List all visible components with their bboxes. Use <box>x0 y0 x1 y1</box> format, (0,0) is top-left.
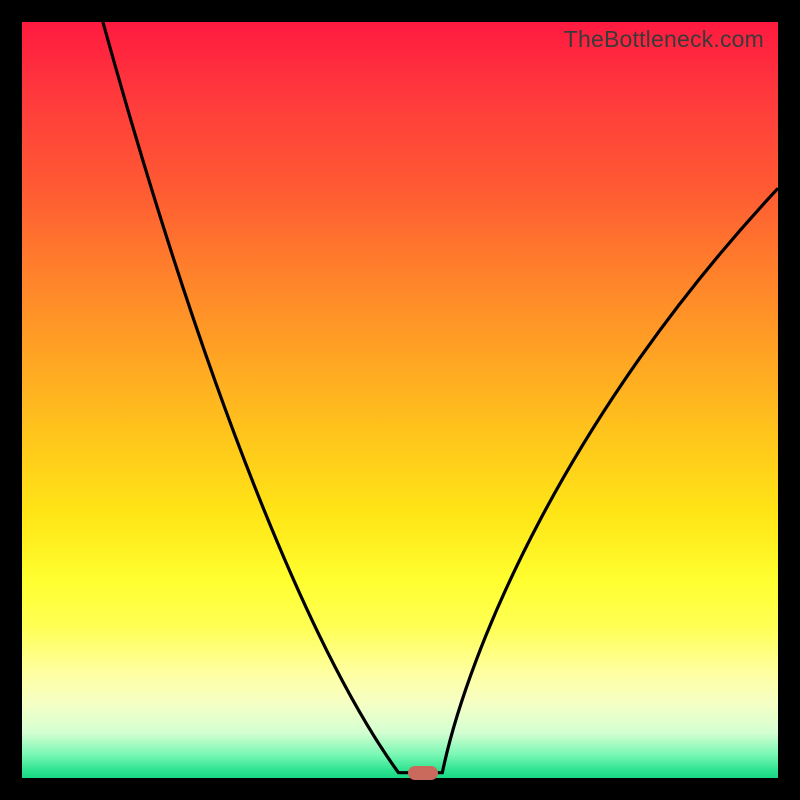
curve-path <box>103 22 778 773</box>
bottleneck-curve <box>22 22 778 778</box>
optimal-marker <box>408 766 438 780</box>
plot-area: TheBottleneck.com <box>22 22 778 778</box>
chart-frame: TheBottleneck.com <box>0 0 800 800</box>
